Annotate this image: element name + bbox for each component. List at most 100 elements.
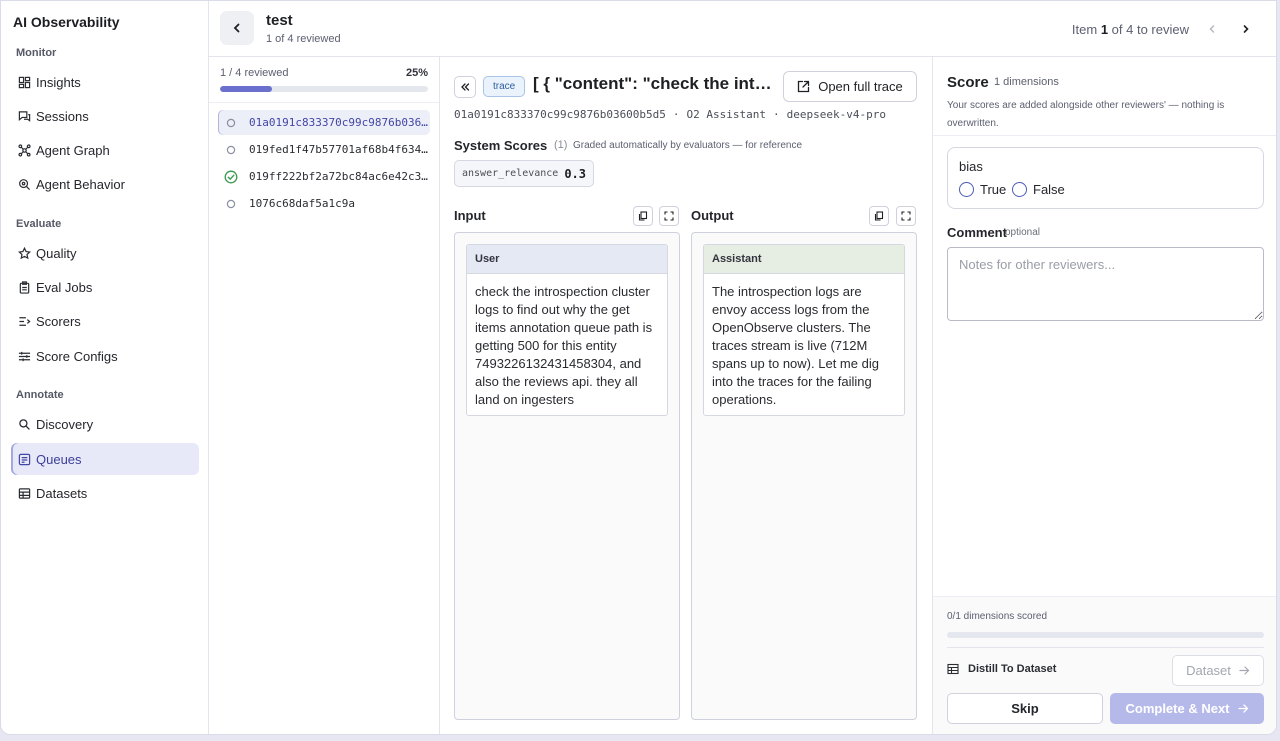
score-dimension-count: 1 dimensions <box>994 76 1059 88</box>
clipboard-icon <box>17 280 31 294</box>
message-text: The introspection logs are envoy access … <box>712 284 879 407</box>
sidebar-item-label: Queues <box>36 451 82 467</box>
section-label-evaluate: Evaluate <box>16 218 62 230</box>
sidebar-item-score-configs[interactable]: Score Configs <box>11 340 199 372</box>
meta-separator: · <box>773 108 780 121</box>
comment-field[interactable] <box>947 247 1264 321</box>
divider <box>933 135 1276 136</box>
sidebar-item-insights[interactable]: Insights <box>11 66 199 98</box>
system-score-name: answer_relevance <box>462 168 559 179</box>
trace-meta: 01a0191c833370c99c9876b03600b5d5 · O2 Assi… <box>454 108 886 121</box>
message-role: User <box>467 245 667 274</box>
dataset-button-label: Dataset <box>1186 663 1231 678</box>
input-panel: User check the introspection cluster log… <box>454 232 680 720</box>
sidebar-item-queues[interactable]: Queues <box>11 443 199 475</box>
sidebar-item-scorers[interactable]: Scorers <box>11 305 199 337</box>
trace-meta-id: 01a0191c833370c99c9876b03600b5d5 <box>454 108 666 121</box>
trace-list-item[interactable]: 019fed1f47b57701af68b4f6342ab0c1 <box>218 137 430 162</box>
collapse-list-button[interactable] <box>454 76 476 98</box>
score-title: Score <box>947 74 989 91</box>
trace-id: 01a0191c833370c99c9876b03600b5d5 <box>249 116 430 129</box>
distill-to-dataset: Distill To Dataset <box>947 663 1056 675</box>
radio-label: True <box>980 182 1007 197</box>
dimensions-progress-bar <box>947 632 1264 638</box>
input-title: Input <box>454 208 486 223</box>
star-icon <box>17 246 31 260</box>
prev-item-button[interactable] <box>1201 18 1223 40</box>
skip-button[interactable]: Skip <box>947 693 1103 724</box>
dimensions-scored-label: 0/1 dimensions scored <box>947 611 1048 622</box>
system-scores-title: System Scores <box>454 138 548 153</box>
output-panel: Assistant The introspection logs are env… <box>691 232 917 720</box>
distill-label: Distill To Dataset <box>968 663 1057 675</box>
trace-id: 019fed1f47b57701af68b4f6342ab0c1 <box>249 143 430 156</box>
arrow-right-icon <box>1237 704 1248 713</box>
check-circle-icon <box>224 170 238 184</box>
trace-list-item[interactable]: 01a0191c833370c99c9876b03600b5d5 <box>218 110 430 135</box>
open-full-trace-label: Open full trace <box>818 79 903 94</box>
app-window: AI Observability Monitor Insights Sessio… <box>0 0 1277 735</box>
sidebar: AI Observability Monitor Insights Sessio… <box>1 1 209 734</box>
sidebar-item-label: Quality <box>36 245 77 261</box>
sidebar-item-label: Score Configs <box>36 348 118 364</box>
next-item-button[interactable] <box>1235 18 1257 40</box>
chevron-left-icon <box>233 23 240 33</box>
complete-next-label: Complete & Next <box>1125 701 1230 716</box>
back-button[interactable] <box>220 11 254 45</box>
copy-icon <box>874 211 884 221</box>
sidebar-item-quality[interactable]: Quality <box>11 237 199 269</box>
comment-optional-hint: optional <box>1005 227 1041 238</box>
radio-false[interactable]: False <box>1012 182 1065 197</box>
trace-meta-agent: O2 Assistant <box>686 108 767 121</box>
trace-id: 019ff222bf2a72bc84ac6e42c35f1d0e <box>249 170 430 183</box>
score-footer: 0/1 dimensions scored Distill To Dataset… <box>933 596 1276 734</box>
sidebar-item-label: Discovery <box>36 416 94 432</box>
message-text: check the introspection cluster logs to … <box>475 284 653 407</box>
review-progress-fill <box>220 86 272 92</box>
system-score-value: 0.3 <box>564 166 587 181</box>
radio-circle-icon <box>959 182 974 197</box>
queue-header: test 1 of 4 reviewed Item 1 of 4 to revi… <box>209 1 1276 57</box>
copy-input-button[interactable] <box>633 206 653 226</box>
open-full-trace-button[interactable]: Open full trace <box>783 71 917 102</box>
sidebar-item-discovery[interactable]: Discovery <box>11 408 199 440</box>
radio-true[interactable]: True <box>959 182 1006 197</box>
trace-list-item[interactable]: 019ff222bf2a72bc84ac6e42c35f1d0e <box>218 164 430 189</box>
sidebar-item-sessions[interactable]: Sessions <box>11 100 199 132</box>
pending-circle-icon <box>224 145 238 155</box>
graph-nodes-icon <box>17 143 31 157</box>
trace-list-panel: 1 / 4 reviewed 25% 01a0191c833370c99c987… <box>209 57 440 734</box>
section-label-monitor: Monitor <box>16 47 57 59</box>
dashboard-grid-icon <box>17 75 31 89</box>
sidebar-item-label: Sessions <box>36 108 89 124</box>
chevron-right-icon <box>1243 25 1249 33</box>
pending-circle-icon <box>224 199 238 209</box>
trace-meta-model: deepseek-v4-pro <box>786 108 886 121</box>
assistant-message: Assistant The introspection logs are env… <box>703 244 905 416</box>
app-title: AI Observability <box>13 14 120 30</box>
external-link-icon <box>798 80 810 93</box>
trace-type-badge: trace <box>483 76 526 97</box>
score-note: Your scores are added alongside other re… <box>947 100 1225 129</box>
complete-next-button[interactable]: Complete & Next <box>1110 693 1264 724</box>
system-score-chip: answer_relevance 0.3 <box>454 160 595 187</box>
expand-input-button[interactable] <box>659 206 679 226</box>
radio-circle-icon <box>1012 182 1027 197</box>
message-role: Assistant <box>704 245 904 274</box>
sidebar-item-label: Agent Behavior <box>36 176 125 192</box>
copy-output-button[interactable] <box>869 206 889 226</box>
pending-circle-icon <box>224 118 238 128</box>
trace-list-item[interactable]: 1076c68daf5a1c9a <box>218 191 430 216</box>
sidebar-item-eval-jobs[interactable]: Eval Jobs <box>11 271 199 303</box>
sidebar-item-datasets[interactable]: Datasets <box>11 477 199 509</box>
expand-icon <box>664 211 674 221</box>
trace-title: [ { "content": "check the introspection … <box>533 74 773 93</box>
sidebar-item-agent-behavior[interactable]: Agent Behavior <box>11 168 199 200</box>
output-title: Output <box>691 208 734 223</box>
expand-output-button[interactable] <box>896 206 916 226</box>
sidebar-item-label: Insights <box>36 74 81 90</box>
double-chevron-left-icon <box>461 83 470 91</box>
item-position-prefix: Item <box>1071 22 1101 37</box>
dataset-button[interactable]: Dataset <box>1172 655 1264 686</box>
sidebar-item-agent-graph[interactable]: Agent Graph <box>11 134 199 166</box>
